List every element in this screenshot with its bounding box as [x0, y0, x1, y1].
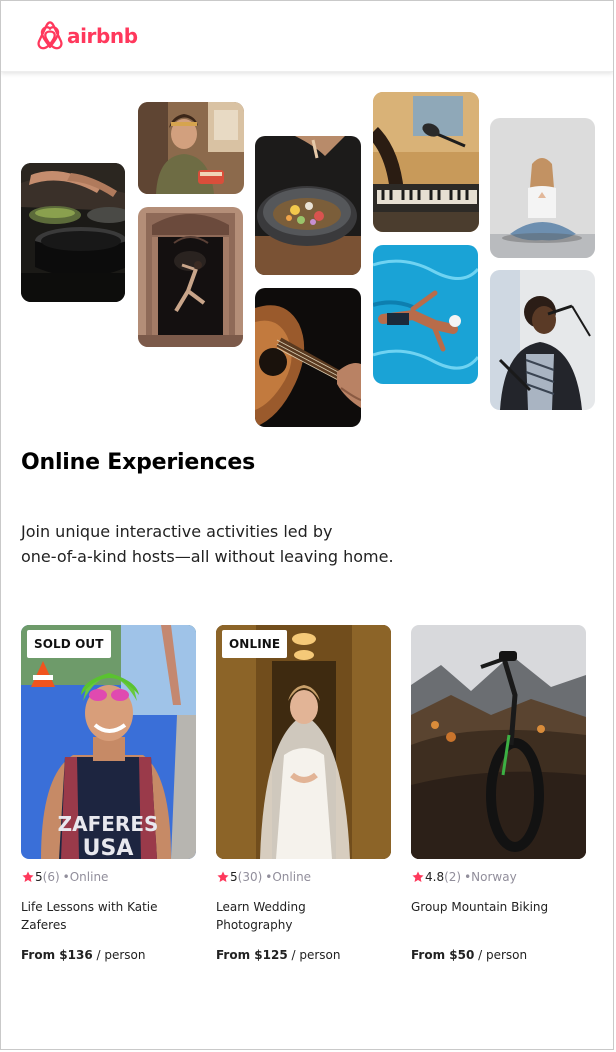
- card-stats: 4.8 (2) •Norway: [411, 868, 517, 886]
- price-unit: / person: [474, 948, 528, 962]
- star-icon: [412, 871, 424, 882]
- food-bowl-image: [255, 136, 361, 275]
- star-icon: [217, 871, 229, 882]
- photo-food-bowl: [255, 136, 361, 275]
- bride-photo: [216, 625, 391, 859]
- card-price: From $136 / person: [21, 946, 145, 964]
- keyboard-mic-image: [373, 92, 479, 232]
- athlete-photo: ZAFERES USA: [21, 625, 196, 859]
- experience-card[interactable]: 4.8 (2) •Norway Group Mountain Biking Fr…: [411, 625, 586, 970]
- card-stats: 5 (6) •Online: [21, 868, 108, 886]
- mountain-bike-photo: [411, 625, 586, 859]
- yoga-image: [490, 118, 595, 258]
- jersey-text-1: ZAFERES: [58, 812, 159, 836]
- app-window: airbnb Online Experiences Join unique in…: [0, 0, 614, 1050]
- price-amount: From $136: [21, 948, 93, 962]
- rating-value: 5: [230, 870, 238, 884]
- photo-swimmer: [373, 245, 478, 384]
- jersey-text-2: USA: [83, 836, 134, 859]
- airbnb-logo-icon: [37, 21, 63, 50]
- card-title[interactable]: Learn Wedding Photography: [216, 898, 376, 934]
- photo-cooking-pans: [21, 163, 125, 302]
- hero-subtitle-line-2: one-of-a-kind hosts—all without leaving …: [21, 547, 394, 566]
- hero-subtitle: Join unique interactive activities led b…: [21, 519, 421, 569]
- card-badge: ONLINE: [222, 630, 288, 658]
- card-title[interactable]: Life Lessons with Katie Zaferes: [21, 898, 181, 934]
- price-unit: / person: [287, 948, 341, 962]
- photo-yoga: [490, 118, 595, 258]
- airbnb-logo-text: airbnb: [67, 24, 138, 48]
- price-unit: / person: [92, 948, 146, 962]
- photo-dancer-doorway: [138, 207, 243, 347]
- price-amount: From $50: [411, 948, 475, 962]
- location-text: •Norway: [464, 870, 517, 884]
- card-price: From $125 / person: [216, 946, 340, 964]
- singer-image: [490, 270, 595, 410]
- card-photo: ZAFERES USA SOLD OUT: [21, 625, 196, 859]
- rating-value: 4.8: [425, 870, 445, 884]
- dancer-doorway-image: [138, 207, 243, 347]
- card-photo: [411, 625, 586, 859]
- photo-woman-chef: [138, 102, 244, 194]
- card-photo: ONLINE: [216, 625, 391, 859]
- photo-guitar: [255, 288, 361, 427]
- page-title: Online Experiences: [21, 450, 256, 475]
- card-price: From $50 / person: [411, 946, 527, 964]
- photo-keyboard-mic: [373, 92, 479, 232]
- star-icon: [22, 871, 34, 882]
- card-stats: 5 (30) •Online: [216, 868, 311, 886]
- cooking-pans-image: [21, 163, 125, 302]
- hero-subtitle-line-1: Join unique interactive activities led b…: [21, 522, 333, 541]
- card-badge: SOLD OUT: [27, 630, 111, 658]
- experience-card[interactable]: ZAFERES USA SOLD OUT 5 (6) •Online Life …: [21, 625, 196, 970]
- card-title[interactable]: Group Mountain Biking: [411, 898, 571, 916]
- review-count: (30): [237, 870, 263, 884]
- review-count: (6): [42, 870, 60, 884]
- location-text: •Online: [62, 870, 109, 884]
- guitar-image: [255, 288, 361, 427]
- photo-singer: [490, 270, 595, 410]
- swimmer-image: [373, 245, 478, 384]
- woman-chef-image: [138, 102, 244, 194]
- navbar: airbnb: [1, 1, 613, 72]
- experience-card[interactable]: ONLINE 5 (30) •Online Learn Wedding Phot…: [216, 625, 391, 970]
- review-count: (2): [444, 870, 462, 884]
- airbnb-logo[interactable]: airbnb: [36, 21, 138, 51]
- price-amount: From $125: [216, 948, 288, 962]
- location-text: •Online: [265, 870, 312, 884]
- rating-value: 5: [35, 870, 43, 884]
